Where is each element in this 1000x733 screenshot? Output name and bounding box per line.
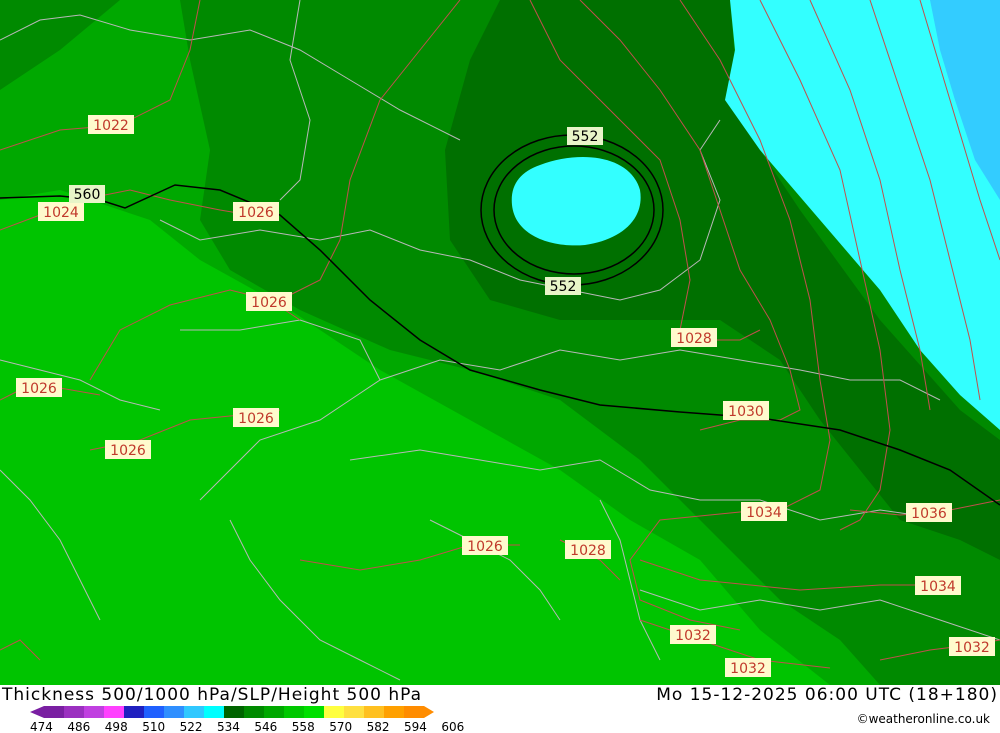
color-scale-swatch bbox=[124, 706, 144, 718]
color-scale-tick-label: 486 bbox=[67, 720, 90, 732]
color-scale-swatch bbox=[164, 706, 184, 718]
svg-text:1028: 1028 bbox=[570, 543, 606, 559]
slp-label: 1026 bbox=[105, 440, 151, 459]
svg-text:1036: 1036 bbox=[911, 506, 947, 522]
color-scale-arrow-right bbox=[424, 706, 434, 718]
slp-label: 1032 bbox=[725, 658, 771, 677]
slp-label: 1026 bbox=[462, 536, 508, 555]
slp-label: 1028 bbox=[671, 328, 717, 347]
color-scale-swatch bbox=[184, 706, 204, 718]
slp-label: 1026 bbox=[16, 378, 62, 397]
map-footer: Thickness 500/1000 hPa/SLP/Height 500 hP… bbox=[0, 685, 1000, 733]
slp-label: 1026 bbox=[233, 408, 279, 427]
color-scale-tick-label: 474 bbox=[30, 720, 53, 732]
thickness-label: 552 bbox=[545, 277, 581, 295]
slp-label: 1026 bbox=[246, 292, 292, 311]
svg-text:560: 560 bbox=[74, 187, 101, 203]
thickness-label: 552 bbox=[567, 127, 603, 145]
thickness-label: 560 bbox=[69, 185, 105, 203]
color-scale-tick-label: 510 bbox=[142, 720, 165, 732]
svg-text:1026: 1026 bbox=[251, 295, 287, 311]
svg-text:1034: 1034 bbox=[920, 579, 956, 595]
color-scale-tick-label: 522 bbox=[180, 720, 203, 732]
color-scale: 474 486 498 510 522 534 546 558 570 582 594 606 bbox=[30, 706, 464, 732]
svg-text:1030: 1030 bbox=[728, 404, 764, 420]
color-scale-swatch bbox=[304, 706, 324, 718]
svg-text:1034: 1034 bbox=[746, 505, 782, 521]
color-scale-swatch bbox=[144, 706, 164, 718]
svg-text:1026: 1026 bbox=[238, 411, 274, 427]
color-scale-tick-label: 558 bbox=[292, 720, 315, 732]
color-scale-tick-label: 570 bbox=[329, 720, 352, 732]
color-scale-bars bbox=[30, 706, 434, 718]
color-scale-tick-label: 534 bbox=[217, 720, 240, 732]
svg-text:1022: 1022 bbox=[93, 118, 129, 134]
svg-text:1026: 1026 bbox=[110, 443, 146, 459]
slp-label: 1030 bbox=[723, 401, 769, 420]
color-scale-swatch bbox=[324, 706, 344, 718]
slp-label: 1036 bbox=[906, 503, 952, 522]
slp-label: 1034 bbox=[741, 502, 787, 521]
slp-label: 1022 bbox=[88, 115, 134, 134]
svg-text:1026: 1026 bbox=[238, 205, 274, 221]
color-scale-swatch bbox=[64, 706, 84, 718]
map-title: Thickness 500/1000 hPa/SLP/Height 500 hP… bbox=[2, 685, 423, 705]
map-datetime: Mo 15-12-2025 06:00 UTC (18+180) bbox=[656, 685, 998, 705]
credit-text: ©weatheronline.co.uk bbox=[856, 712, 990, 726]
color-scale-swatch bbox=[84, 706, 104, 718]
color-scale-swatch bbox=[344, 706, 364, 718]
slp-label: 1034 bbox=[915, 576, 961, 595]
svg-text:552: 552 bbox=[550, 279, 577, 295]
svg-text:1032: 1032 bbox=[675, 628, 711, 644]
color-scale-swatch bbox=[264, 706, 284, 718]
color-scale-tick-label: 606 bbox=[441, 720, 464, 732]
svg-text:1026: 1026 bbox=[21, 381, 57, 397]
color-scale-tick-label: 498 bbox=[105, 720, 128, 732]
slp-label: 1032 bbox=[949, 637, 995, 656]
color-scale-swatch bbox=[384, 706, 404, 718]
slp-label: 1032 bbox=[670, 625, 716, 644]
color-scale-swatch bbox=[404, 706, 424, 718]
svg-text:1032: 1032 bbox=[954, 640, 990, 656]
color-scale-swatch bbox=[224, 706, 244, 718]
svg-text:552: 552 bbox=[572, 129, 599, 145]
color-scale-tick-label: 594 bbox=[404, 720, 427, 732]
color-scale-ticks: 474 486 498 510 522 534 546 558 570 582 594 606 bbox=[30, 720, 464, 732]
slp-label: 1026 bbox=[233, 202, 279, 221]
color-scale-tick-label: 582 bbox=[367, 720, 390, 732]
weather-map: 1022 1024 1026 1026 1026 1026 1026 1026 … bbox=[0, 0, 1000, 685]
slp-label: 1024 bbox=[38, 202, 84, 221]
color-scale-swatch bbox=[244, 706, 264, 718]
color-scale-swatch bbox=[44, 706, 64, 718]
color-scale-swatch bbox=[204, 706, 224, 718]
color-scale-tick-label: 546 bbox=[254, 720, 277, 732]
slp-label: 1028 bbox=[565, 540, 611, 559]
color-scale-swatch bbox=[104, 706, 124, 718]
color-scale-arrow-left bbox=[30, 706, 44, 718]
svg-text:1032: 1032 bbox=[730, 661, 766, 677]
svg-text:1024: 1024 bbox=[43, 205, 79, 221]
color-scale-swatch bbox=[364, 706, 384, 718]
svg-text:1026: 1026 bbox=[467, 539, 503, 555]
svg-text:1028: 1028 bbox=[676, 331, 712, 347]
color-scale-swatch bbox=[284, 706, 304, 718]
